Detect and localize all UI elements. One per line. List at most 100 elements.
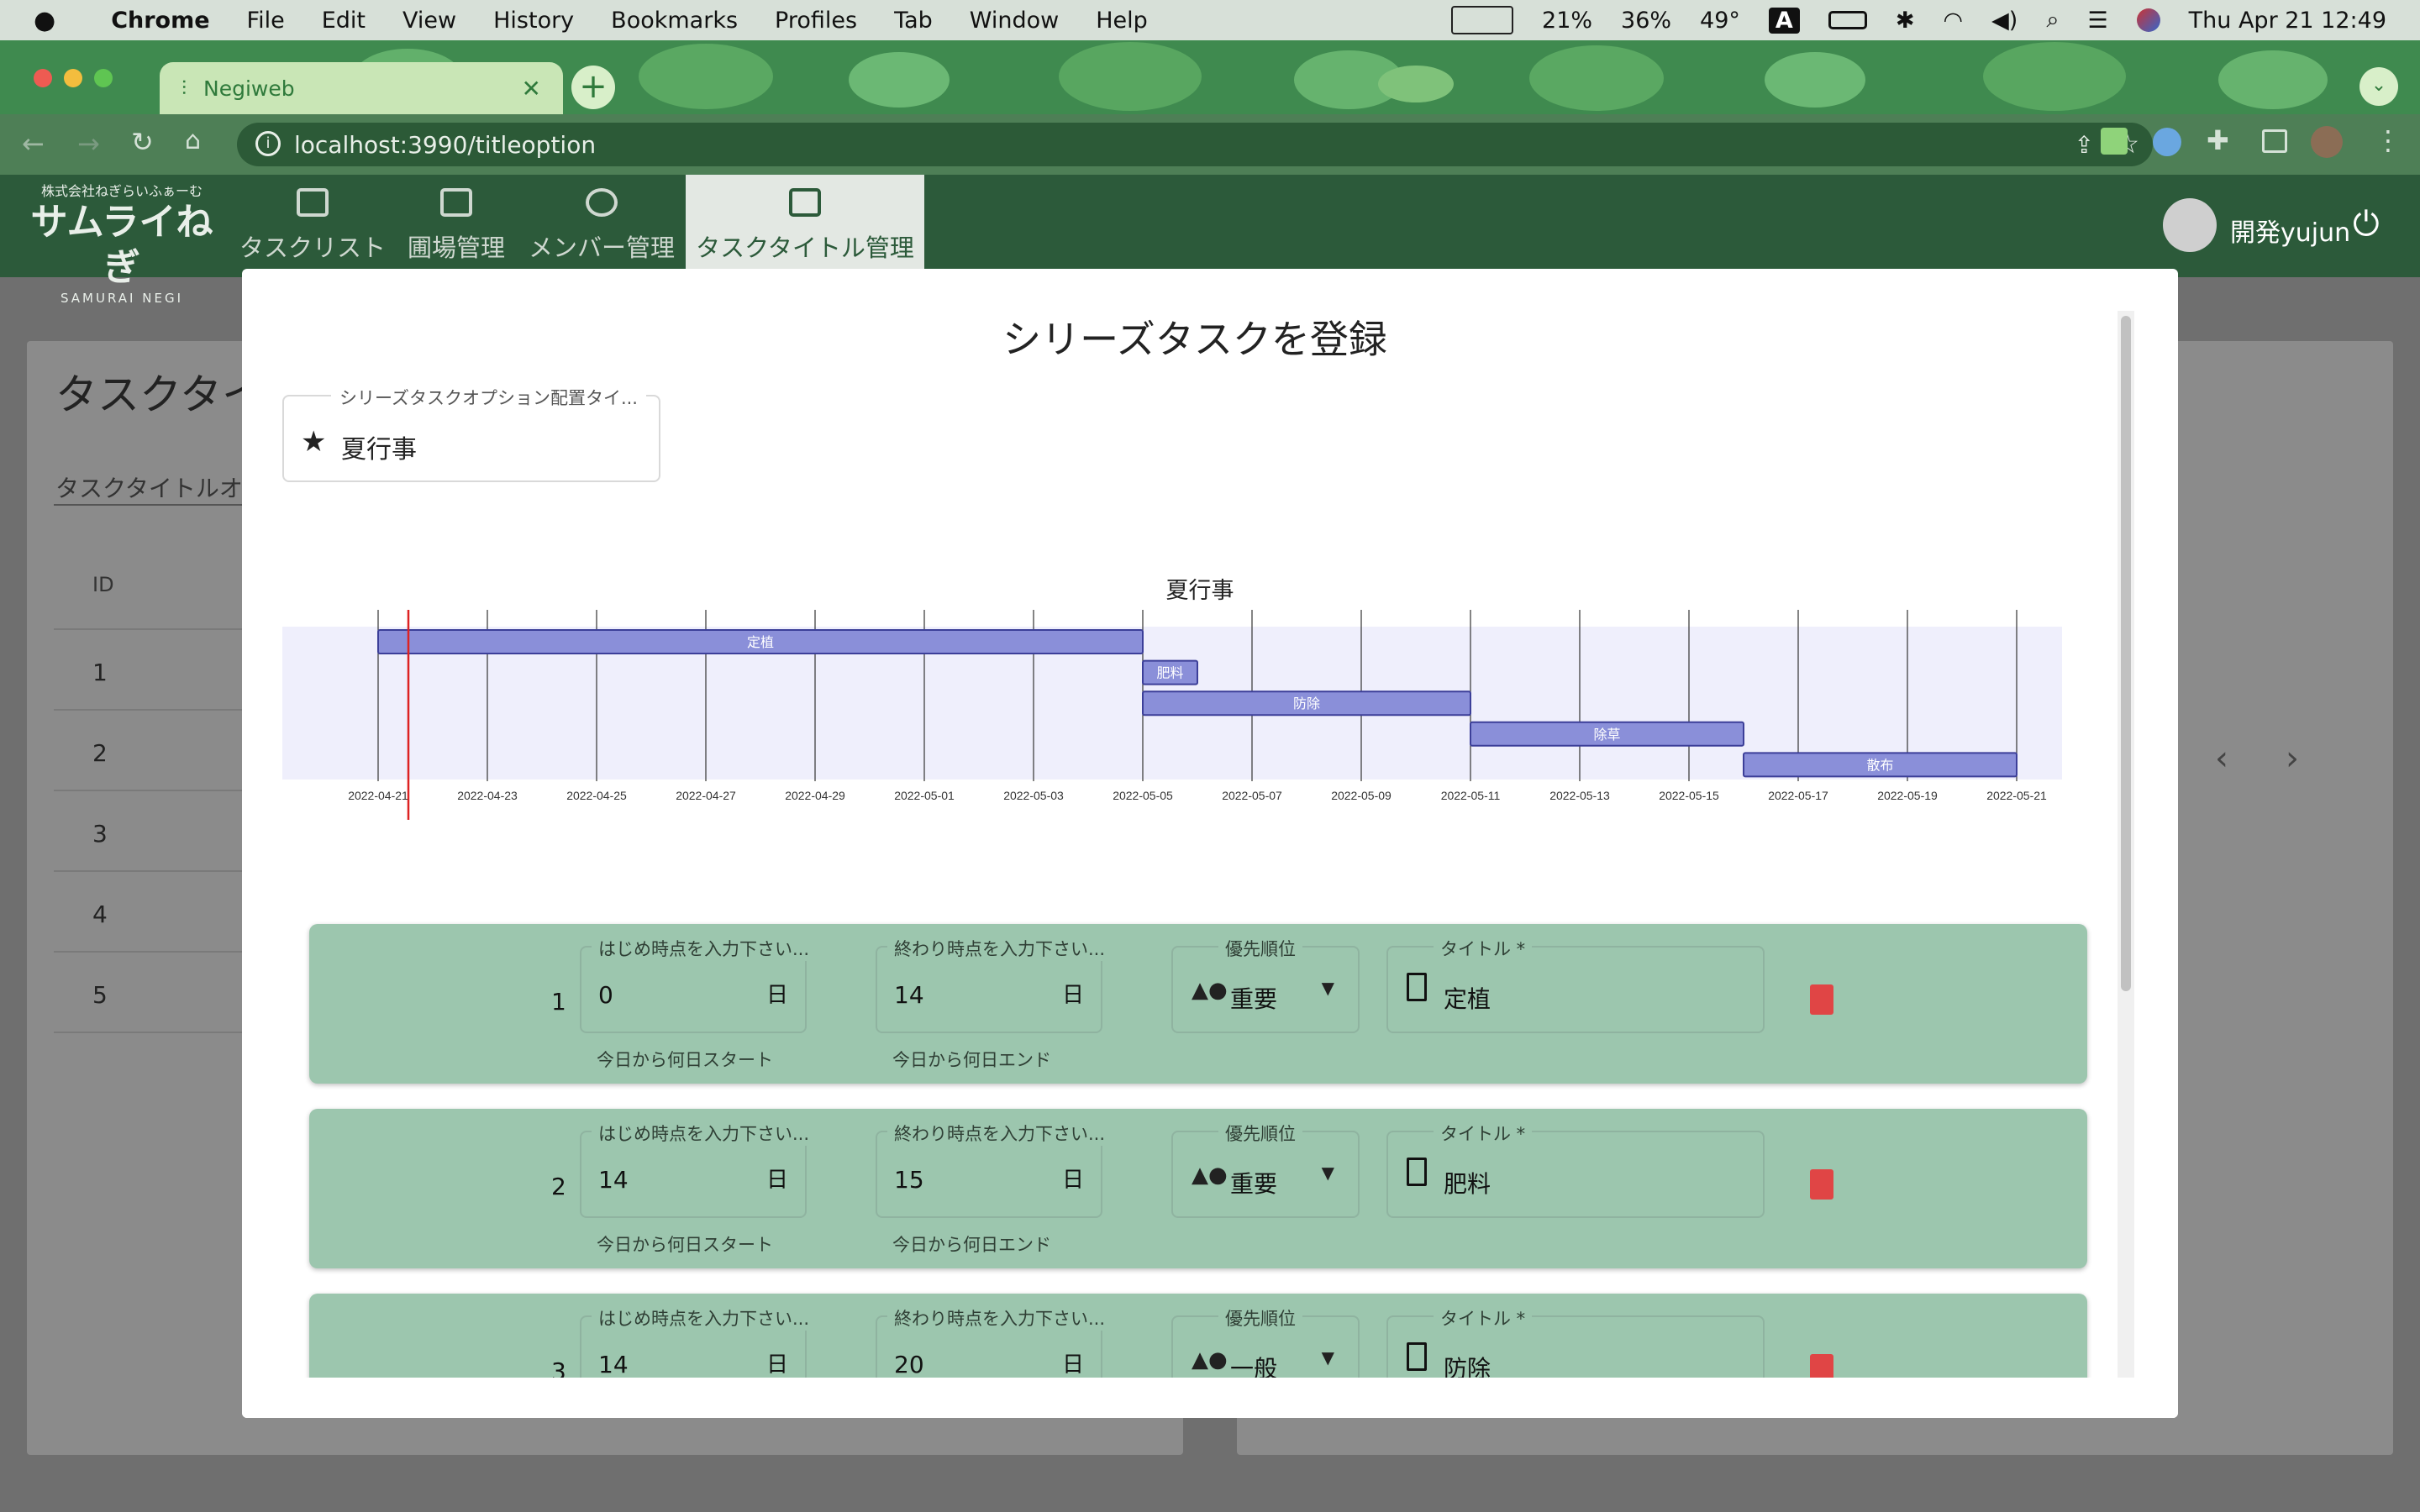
- battery-icon[interactable]: [1828, 11, 1867, 29]
- end-day-field[interactable]: 終わり時点を入力下さい... 15 日: [876, 1121, 1113, 1218]
- gantt-tick-label: 2022-05-11: [1441, 789, 1501, 802]
- day-suffix: 日: [765, 1352, 788, 1378]
- priority-value: 重要: [1230, 985, 1278, 1013]
- side-panel-icon[interactable]: [2262, 129, 2287, 153]
- background-page-title: タスクタイ: [55, 370, 264, 419]
- gantt-tick-label: 2022-05-17: [1768, 789, 1828, 802]
- share-icon[interactable]: ⇪: [2075, 131, 2094, 159]
- series-option-select[interactable]: シリーズタスクオプション配置タイ... ★ 夏行事: [282, 385, 660, 482]
- background-id-3: 3: [92, 820, 108, 848]
- tab-favicon: ⫶: [182, 76, 187, 100]
- menu-tab[interactable]: Tab: [894, 8, 933, 34]
- register-series-task-dialog: シリーズタスクを登録 シリーズタスクオプション配置タイ... ★ 夏行事 夏行事…: [242, 269, 2178, 1418]
- background-id-1: 1: [92, 659, 108, 686]
- shapes-icon: ▲●: [1192, 1163, 1228, 1188]
- title-field[interactable]: タイトル * 定植: [1386, 936, 1765, 1033]
- new-tab-button[interactable]: +: [571, 66, 615, 109]
- people-icon: [586, 188, 618, 217]
- delete-icon[interactable]: [1810, 984, 1833, 1015]
- end-helper-text: 今日から何日エンド: [892, 1235, 1051, 1255]
- end-day-field[interactable]: 終わり時点を入力下さい... 14 日: [876, 936, 1113, 1033]
- dropdown-arrow-icon: ▼: [1321, 978, 1334, 998]
- window-close-button[interactable]: [34, 69, 52, 87]
- gantt-tick-label: 2022-04-29: [785, 789, 845, 802]
- company-logo[interactable]: 株式会社ねぎらいふぁーむ サムライねぎ SAMURAI NEGI: [25, 180, 218, 306]
- start-day-value: 14: [598, 1166, 629, 1194]
- menu-profiles[interactable]: Profiles: [775, 8, 857, 34]
- input-source-icon[interactable]: A: [1768, 7, 1800, 34]
- dialog-scrollbar-thumb[interactable]: [2121, 316, 2131, 991]
- tab-search-icon[interactable]: ⌄: [2360, 67, 2398, 106]
- extension-icon[interactable]: [2101, 128, 2128, 155]
- background-prev-page-icon[interactable]: ‹: [2215, 739, 2228, 778]
- siri-icon[interactable]: [2136, 8, 2160, 32]
- reload-icon[interactable]: ↻: [131, 126, 154, 158]
- wifi-icon[interactable]: ◠: [1943, 8, 1963, 34]
- menu-bookmarks[interactable]: Bookmarks: [611, 8, 738, 34]
- gantt-bar-label: 除草: [1593, 727, 1620, 743]
- start-day-field[interactable]: はじめ時点を入力下さい... 0 日: [580, 936, 817, 1033]
- nav-task-list[interactable]: タスクリスト: [237, 175, 388, 277]
- bluetooth-icon[interactable]: ✱: [1896, 8, 1915, 34]
- start-day-field[interactable]: はじめ時点を入力下さい... 14 日: [580, 1121, 817, 1218]
- background-next-page-icon[interactable]: ›: [2286, 739, 2299, 778]
- window-minimize-button[interactable]: [64, 69, 82, 87]
- gantt-tick-label: 2022-05-09: [1331, 789, 1392, 802]
- clock[interactable]: Thu Apr 21 12:49: [2189, 8, 2386, 34]
- nav-field-management[interactable]: 圃場管理: [402, 175, 511, 277]
- address-bar[interactable]: i localhost:3990/titleoption ⇪ ☆: [237, 123, 2153, 166]
- volume-icon[interactable]: ◀): [1991, 8, 2018, 34]
- gantt-tick-label: 2022-05-19: [1877, 789, 1938, 802]
- profile-avatar[interactable]: [2311, 126, 2343, 158]
- menu-view[interactable]: View: [402, 8, 456, 34]
- menu-file[interactable]: File: [247, 8, 285, 34]
- menu-app-name[interactable]: Chrome: [111, 8, 209, 34]
- home-icon[interactable]: ⌂: [185, 126, 201, 155]
- delete-icon[interactable]: [1810, 1169, 1833, 1200]
- gantt-bar-label: 肥料: [1156, 665, 1183, 681]
- gantt-tick-label: 2022-05-03: [1003, 789, 1064, 802]
- priority-select[interactable]: 優先順位 ▲● 重要 ▼: [1171, 936, 1360, 1033]
- gantt-tick-label: 2022-05-21: [1986, 789, 2047, 802]
- menu-bar: ● Chrome File Edit View History Bookmark…: [0, 0, 2420, 40]
- search-icon[interactable]: ⌕: [2046, 7, 2059, 34]
- start-day-label: はじめ時点を入力下さい...: [592, 1121, 817, 1146]
- menu-window[interactable]: Window: [970, 8, 1059, 34]
- dialog-title: シリーズタスクを登録: [1002, 317, 1387, 362]
- title-field[interactable]: タイトル * 肥料: [1386, 1121, 1765, 1218]
- receipt-icon: [1407, 1158, 1427, 1186]
- browser-tab[interactable]: ⫶ Negiweb ✕: [160, 62, 563, 114]
- day-suffix: 日: [1061, 1352, 1084, 1378]
- title-value: 定植: [1444, 985, 1491, 1013]
- user-avatar[interactable]: [2163, 198, 2217, 252]
- window-zoom-button[interactable]: [94, 69, 113, 87]
- control-center-icon[interactable]: ☰: [2087, 8, 2107, 34]
- priority-label: 優先順位: [1218, 1121, 1302, 1146]
- end-day-label: 終わり時点を入力下さい...: [887, 936, 1113, 961]
- nav-member-management[interactable]: メンバー管理: [526, 175, 677, 277]
- url-text: localhost:3990/titleoption: [294, 130, 597, 159]
- day-suffix: 日: [1061, 983, 1084, 1008]
- background-search-label: タスクタイトルオ: [55, 475, 243, 502]
- extensions-puzzle-icon[interactable]: ✚: [2207, 124, 2229, 156]
- power-icon[interactable]: ⏻: [2353, 205, 2380, 244]
- menu-help[interactable]: Help: [1096, 8, 1148, 34]
- site-info-icon[interactable]: i: [255, 131, 281, 156]
- forward-icon[interactable]: →: [77, 128, 100, 160]
- menu-history[interactable]: History: [493, 8, 574, 34]
- chrome-menu-icon[interactable]: ⋮: [2375, 124, 2402, 156]
- menu-edit[interactable]: Edit: [322, 8, 366, 34]
- title-label: タイトル *: [1434, 1121, 1533, 1146]
- nav-task-title-management[interactable]: タスクタイトル管理: [686, 175, 924, 277]
- gantt-tick-label: 2022-04-21: [348, 789, 408, 802]
- start-helper-text: 今日から何日スタート: [597, 1235, 773, 1255]
- extension-compass-icon[interactable]: [2153, 128, 2181, 156]
- background-id-4: 4: [92, 900, 108, 928]
- back-icon[interactable]: ←: [22, 128, 45, 160]
- priority-select[interactable]: 優先順位 ▲● 重要 ▼: [1171, 1121, 1360, 1218]
- ssd-usage: 36%: [1621, 7, 1672, 34]
- tab-close-icon[interactable]: ✕: [522, 75, 541, 102]
- apple-icon[interactable]: ●: [34, 6, 55, 35]
- start-day-value: 14: [598, 1351, 629, 1378]
- gantt-bar-label: 定植: [747, 634, 774, 650]
